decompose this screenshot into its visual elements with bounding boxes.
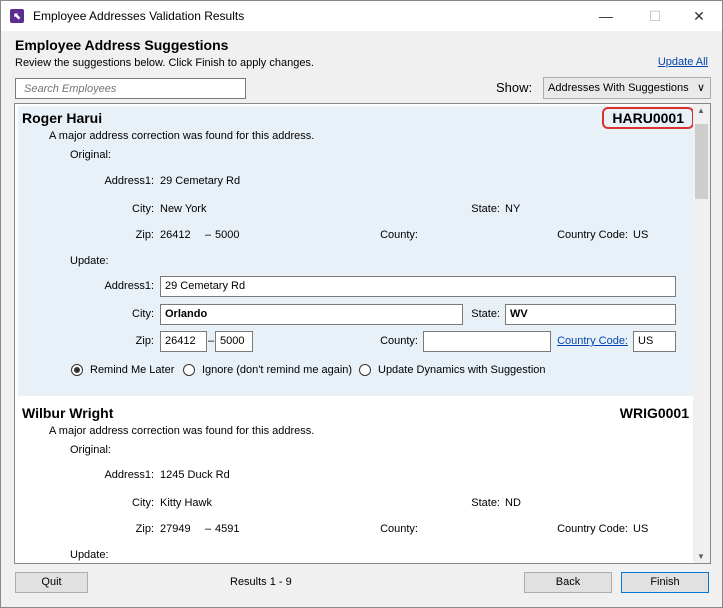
- county-label: County:: [380, 523, 418, 535]
- original-country-code: US: [633, 229, 649, 241]
- city-label: City:: [132, 308, 154, 320]
- address1-label: Address1:: [104, 280, 154, 292]
- state-label: State:: [471, 497, 500, 509]
- original-state: ND: [505, 497, 521, 509]
- address1-label: Address1:: [104, 469, 154, 481]
- original-zip-ext: 5000: [215, 229, 240, 241]
- city-label: City:: [132, 203, 154, 215]
- original-country-code: US: [633, 523, 649, 535]
- ignore-radio[interactable]: [183, 364, 195, 376]
- window-title: Employee Addresses Validation Results: [33, 9, 245, 23]
- update-zip-field[interactable]: 26412: [160, 331, 207, 352]
- ignore-label[interactable]: Ignore (don't remind me again): [202, 364, 352, 376]
- status-message: A major address correction was found for…: [49, 425, 315, 437]
- vertical-scrollbar[interactable]: ▲ ▼: [693, 104, 710, 563]
- show-filter-select[interactable]: Addresses With Suggestions ∨: [543, 77, 711, 99]
- original-address1: 1245 Duck Rd: [160, 469, 230, 481]
- state-label: State:: [471, 308, 500, 320]
- update-country-code-field[interactable]: US: [633, 331, 676, 352]
- employee-name: Roger Harui: [22, 110, 103, 126]
- status-message: A major address correction was found for…: [49, 130, 315, 142]
- state-label: State:: [471, 203, 500, 215]
- employee-id: WRIG0001: [619, 405, 689, 421]
- results-count: Results 1 - 9: [230, 576, 292, 588]
- employee-id: HARU0001: [602, 107, 694, 129]
- zip-separator: –: [205, 229, 212, 241]
- scroll-thumb[interactable]: [695, 124, 708, 199]
- show-filter-value: Addresses With Suggestions: [548, 82, 689, 94]
- results-list[interactable]: Roger Harui HARU0001 A major address cor…: [14, 103, 711, 564]
- update-dynamics-radio[interactable]: [359, 364, 371, 376]
- country-code-link[interactable]: Country Code:: [538, 335, 628, 347]
- minimize-button[interactable]: —: [592, 5, 620, 27]
- original-state: NY: [505, 203, 521, 215]
- update-address1-field[interactable]: 29 Cemetary Rd: [160, 276, 676, 297]
- page-subtitle: Review the suggestions below. Click Fini…: [15, 57, 314, 69]
- update-heading: Update:: [70, 549, 109, 561]
- original-zip: 26412: [160, 229, 191, 241]
- city-label: City:: [132, 497, 154, 509]
- original-zip-ext: 4591: [215, 523, 240, 535]
- finish-button[interactable]: Finish: [621, 572, 709, 593]
- chevron-down-icon: ∨: [696, 82, 705, 94]
- dialog-body: Employee Address Suggestions Review the …: [0, 31, 723, 608]
- zip-label: Zip:: [135, 335, 154, 347]
- zip-separator: –: [208, 335, 215, 347]
- original-heading: Original:: [70, 444, 111, 456]
- remind-later-radio[interactable]: [71, 364, 83, 376]
- zip-label: Zip:: [135, 523, 154, 535]
- quit-button[interactable]: Quit: [15, 572, 88, 593]
- close-button[interactable]: ✕: [685, 5, 713, 27]
- title-bar: ⬉ Employee Addresses Validation Results …: [0, 0, 723, 31]
- update-zip-ext-field[interactable]: 5000: [215, 331, 253, 352]
- country-code-label: Country Code:: [557, 523, 628, 535]
- county-label: County:: [380, 229, 418, 241]
- update-state-field[interactable]: WV: [505, 304, 676, 325]
- back-button[interactable]: Back: [524, 572, 612, 593]
- address1-label: Address1:: [104, 175, 154, 187]
- county-label: County:: [380, 335, 418, 347]
- scroll-up-icon[interactable]: ▲: [697, 106, 705, 115]
- update-all-link[interactable]: Update All: [658, 56, 708, 68]
- search-input[interactable]: [15, 78, 246, 99]
- app-logo-icon: ⬉: [10, 9, 24, 23]
- zip-separator: –: [205, 523, 212, 535]
- remind-later-label[interactable]: Remind Me Later: [90, 364, 174, 376]
- maximize-button: ☐: [648, 8, 662, 24]
- original-city: New York: [160, 203, 207, 215]
- employee-card: Roger Harui HARU0001 A major address cor…: [18, 106, 694, 396]
- employee-name: Wilbur Wright: [22, 405, 114, 421]
- page-title: Employee Address Suggestions: [15, 37, 229, 53]
- country-code-label: Country Code:: [557, 229, 628, 241]
- zip-label: Zip:: [135, 229, 154, 241]
- update-heading: Update:: [70, 255, 109, 267]
- scroll-down-icon[interactable]: ▼: [697, 552, 705, 561]
- update-city-field[interactable]: Orlando: [160, 304, 463, 325]
- original-address1: 29 Cemetary Rd: [160, 175, 241, 187]
- original-heading: Original:: [70, 149, 111, 161]
- employee-card: Wilbur Wright WRIG0001 A major address c…: [18, 401, 693, 563]
- update-dynamics-label[interactable]: Update Dynamics with Suggestion: [378, 364, 546, 376]
- update-county-field[interactable]: [423, 331, 551, 352]
- original-zip: 27949: [160, 523, 191, 535]
- original-city: Kitty Hawk: [160, 497, 212, 509]
- show-label: Show:: [496, 80, 533, 95]
